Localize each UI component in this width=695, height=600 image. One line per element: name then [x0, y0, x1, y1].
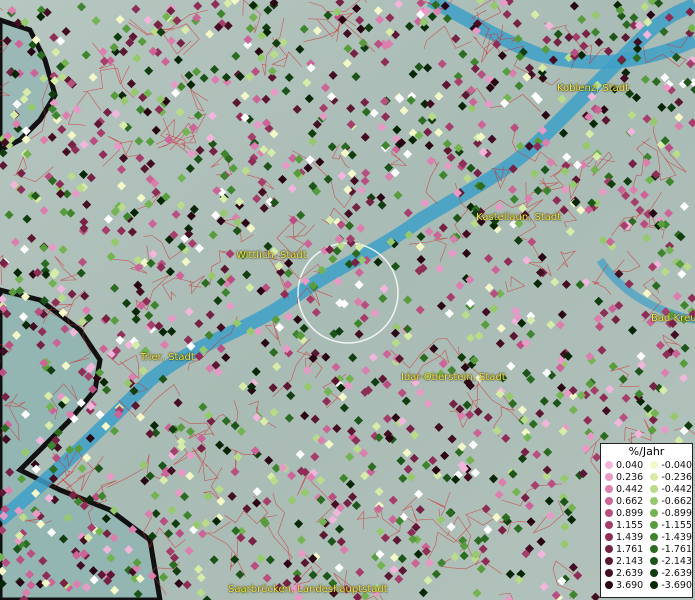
- legend-positive-row: 2.639: [601, 567, 646, 579]
- legend-positive-row: 0.662: [601, 495, 646, 507]
- legend-positive-row: 0.899: [601, 507, 646, 519]
- legend-value: 0.442: [616, 483, 644, 495]
- legend-positive-column: 0.040 0.236 0.442 0.662 0.899 1.155 1.439 1.761…: [601, 459, 646, 591]
- legend-swatch: [605, 485, 613, 493]
- legend-positive-row: 0.040: [601, 459, 646, 471]
- legend-value: -2.143: [661, 555, 692, 567]
- legend-title: %/Jahr: [628, 445, 665, 458]
- legend-value: 3.690: [616, 579, 644, 591]
- legend-value: 1.155: [616, 519, 644, 531]
- legend-negative-column: -0.040 -0.236 -0.442 -0.662 -0.899 -1.155 -1.4…: [646, 459, 692, 591]
- legend-positive-row: 1.155: [601, 519, 646, 531]
- legend-value: 2.143: [616, 555, 644, 567]
- legend-value: -3.690: [661, 579, 692, 591]
- legend-value: 1.761: [616, 543, 644, 555]
- legend-value: -0.236: [661, 471, 692, 483]
- legend-swatch: [650, 569, 659, 577]
- legend-swatch: [605, 509, 613, 517]
- map-view[interactable]: Koblenz, Stadt Kastellaun, Stadt Wittlic…: [0, 0, 695, 600]
- legend-value: -1.761: [661, 543, 692, 555]
- city-label-wittlich[interactable]: Wittlich, Stadt: [236, 250, 307, 261]
- city-label-trier[interactable]: Trier, Stadt: [140, 352, 195, 363]
- legend-negative-row: -0.662: [646, 495, 692, 507]
- city-label-koblenz[interactable]: Koblenz, Stadt: [557, 83, 629, 94]
- legend-value: -0.899: [661, 507, 692, 519]
- legend-swatch: [605, 473, 613, 481]
- legend-negative-row: -2.639: [646, 567, 692, 579]
- legend-value: 2.639: [616, 567, 644, 579]
- legend-value: -1.155: [661, 519, 692, 531]
- legend-negative-row: -3.690: [646, 579, 692, 591]
- legend-positive-row: 1.439: [601, 531, 646, 543]
- legend-value: 0.899: [616, 507, 644, 519]
- legend-value: 1.439: [616, 531, 644, 543]
- legend-positive-row: 3.690: [601, 579, 646, 591]
- legend-negative-row: -1.439: [646, 531, 692, 543]
- legend-swatch: [605, 461, 613, 469]
- legend-negative-row: -0.040: [646, 459, 692, 471]
- legend-value: -0.040: [661, 459, 692, 471]
- legend-swatch: [650, 473, 659, 481]
- legend-negative-row: -2.143: [646, 555, 692, 567]
- city-label-idar-oberstein[interactable]: Idar-Oberstein, Stadt: [401, 372, 506, 383]
- legend-value: 0.040: [616, 459, 644, 471]
- legend-swatch: [605, 521, 613, 529]
- legend-swatch: [605, 569, 613, 577]
- legend-swatch: [650, 485, 659, 493]
- legend-value: -0.662: [661, 495, 692, 507]
- legend-value: 0.662: [616, 495, 644, 507]
- legend-negative-row: -0.442: [646, 483, 692, 495]
- legend-positive-row: 1.761: [601, 543, 646, 555]
- legend-swatch: [650, 461, 659, 469]
- city-label-kastellaun[interactable]: Kastellaun, Stadt: [476, 212, 561, 223]
- legend-value: 0.236: [616, 471, 644, 483]
- legend-swatch: [650, 521, 659, 529]
- legend-swatch: [650, 497, 659, 505]
- city-label-saarbruecken[interactable]: Saarbrücken, Landeshauptstadt: [228, 584, 388, 595]
- legend-swatch: [650, 509, 659, 517]
- legend-swatch: [650, 545, 659, 553]
- legend-negative-row: -1.761: [646, 543, 692, 555]
- legend-positive-row: 0.236: [601, 471, 646, 483]
- legend: %/Jahr 0.040 0.236 0.442 0.662 0.899 1.155 1.4…: [600, 443, 693, 598]
- legend-positive-row: 0.442: [601, 483, 646, 495]
- legend-swatch: [605, 533, 613, 541]
- legend-swatch: [650, 557, 659, 565]
- legend-swatch: [605, 557, 613, 565]
- legend-negative-row: -1.155: [646, 519, 692, 531]
- legend-swatch: [605, 581, 613, 589]
- legend-value: -2.639: [661, 567, 692, 579]
- legend-swatch: [605, 545, 613, 553]
- legend-value: -1.439: [661, 531, 692, 543]
- legend-swatch: [605, 497, 613, 505]
- legend-value: -0.442: [661, 483, 692, 495]
- legend-positive-row: 2.143: [601, 555, 646, 567]
- legend-negative-row: -0.236: [646, 471, 692, 483]
- legend-negative-row: -0.899: [646, 507, 692, 519]
- legend-swatch: [650, 533, 659, 541]
- city-label-bad-kreuznach[interactable]: Bad Kreu: [651, 313, 695, 324]
- legend-swatch: [650, 581, 659, 589]
